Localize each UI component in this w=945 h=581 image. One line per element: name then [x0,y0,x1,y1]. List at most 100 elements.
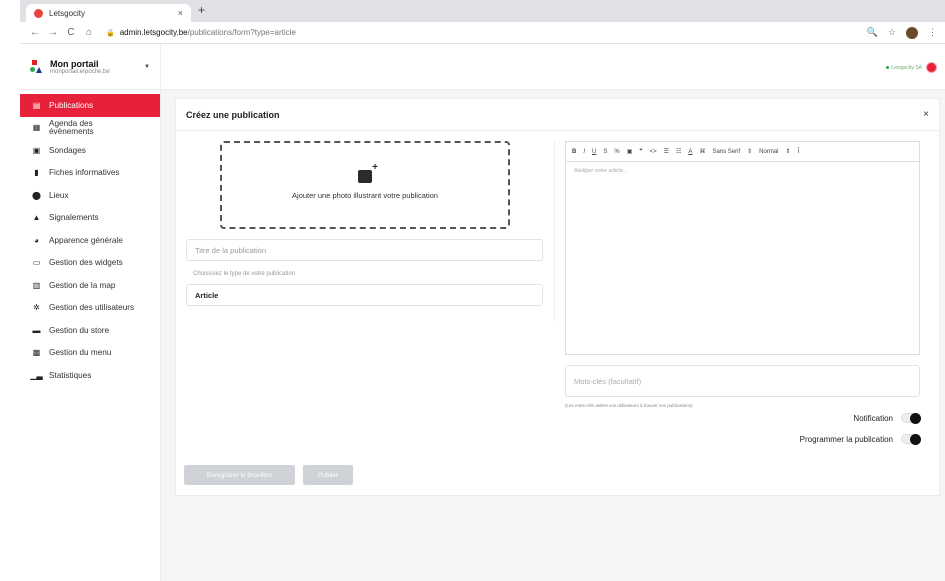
size-select-arrow-icon[interactable]: ⇕ [786,148,791,155]
card-title: Créez une publication [186,109,280,120]
sidebar-item-label: Signalements [49,213,99,223]
sidebar-item-label: Gestion des utilisateurs [49,303,135,313]
address-bar: ← → C ⌂ 🔒 admin.letsgocity.be /publicati… [20,22,945,44]
sidebar-item-label: Gestion de la map [49,280,116,290]
sidebar-item-menu[interactable]: ▩ Gestion du menu [20,342,160,365]
location-icon: ⬤ [32,190,41,200]
photo-dropzone[interactable]: Ajouter une photo illustrant votre publi… [220,141,510,229]
brand-text: Mon portail monportail.erpoche.be [50,59,144,75]
reload-icon[interactable]: C [64,27,78,38]
palette-icon: ◕ [34,235,39,245]
editor-placeholder: Rédiger votre article... [574,168,628,174]
card-header: Créez une publication × [176,99,939,131]
user-avatar[interactable] [926,62,937,73]
add-photo-icon [358,162,378,183]
star-icon[interactable]: ☆ [888,27,896,38]
title-input[interactable]: Titre de la publication [186,239,543,261]
sidebar-item-label: Statistiques [49,370,92,380]
sidebar-item-store[interactable]: ▬ Gestion du store [20,319,160,342]
brand-subtitle: monportail.erpoche.be [50,68,110,75]
text-color-button[interactable]: A [688,149,692,155]
keywords-input[interactable]: Mots-clés (facultatif) [565,365,920,397]
bullet-list-button[interactable]: ☷ [676,148,681,155]
bold-button[interactable]: B [572,149,576,155]
italic-button[interactable]: I [583,149,585,155]
url-host: admin.letsgocity.be [119,28,188,37]
image-button[interactable]: ▣ [627,148,633,155]
save-draft-button[interactable]: Enregistrer le brouillon [184,465,295,485]
sidebar-item-utilisateurs[interactable]: ✲ Gestion des utilisateurs [20,297,160,320]
chevron-down-icon[interactable]: ▼ [144,64,150,70]
new-tab-button[interactable]: + [198,3,205,17]
clear-format-button[interactable]: ⌘ [699,148,705,155]
sidebar-item-fiches[interactable]: ▮ Fiches informatives [20,162,160,185]
dropzone-text: Ajouter une photo illustrant votre publi… [292,191,438,200]
sidebar-item-agenda[interactable]: ▦ Agenda des évènements [20,117,160,140]
tab-close-icon[interactable]: × [178,8,183,18]
gear-icon: ✲ [33,303,40,313]
type-select[interactable]: Article [186,284,543,306]
ordered-list-button[interactable]: ☰ [664,148,669,155]
favicon-icon [34,8,43,18]
home-icon[interactable]: ⌂ [82,27,96,38]
sidebar-item-apparence[interactable]: ◕ Apparence générale [20,229,160,252]
sidebar-item-signalements[interactable]: ▲ Signalements [20,207,160,230]
notification-row: Notification [853,413,921,424]
sidebar-item-publications[interactable]: ▤ Publications [20,94,160,117]
back-icon[interactable]: ← [28,27,42,38]
browser-menu-icon[interactable]: ⋮ [928,27,937,38]
browser-window: Letsgocity × + ← → C ⌂ 🔒 admin.letsgocit… [20,0,945,581]
forward-icon[interactable]: → [46,27,60,38]
strike-button[interactable]: S [603,149,607,155]
sidebar-item-map[interactable]: ▥ Gestion de la map [20,274,160,297]
sidebar-item-label: Fiches informatives [49,168,120,178]
sidebar-item-label: Gestion des widgets [49,258,123,268]
app: Mon portail monportail.erpoche.be ▼ ▤ Pub… [20,44,945,581]
profile-avatar[interactable] [906,26,918,39]
tab-title: Letsgocity [49,8,86,18]
file-icon: ▮ [34,168,39,178]
widgets-icon: ▭ [32,258,41,268]
font-select[interactable]: Sans Serif [712,149,740,155]
font-select-arrow-icon[interactable]: ⇕ [747,148,752,155]
sidebar-item-label: Publications [49,100,94,110]
lock-icon: 🔒 [106,29,115,37]
portal-selector[interactable]: Mon portail monportail.erpoche.be ▼ [20,44,160,90]
browser-tab[interactable]: Letsgocity × [26,4,191,22]
link-button[interactable]: % [614,149,619,155]
notification-toggle[interactable] [901,413,921,424]
grid-icon: ▩ [32,348,41,358]
url-field[interactable]: 🔒 admin.letsgocity.be /publications/form… [106,28,296,37]
align-button[interactable]: Ī [798,149,800,155]
poll-icon: ▣ [32,145,41,155]
user-menu[interactable]: Letsgocity SA [886,62,937,73]
keywords-hint: (Les mots-clés aident vos utilisateurs à… [565,403,693,408]
close-icon[interactable]: × [923,109,929,120]
brand-name: Mon portail [50,58,99,69]
user-name: Letsgocity SA [891,64,922,71]
publications-icon: ▤ [32,100,41,110]
chart-icon: ▁▃ [30,370,43,380]
sidebar-item-sondages[interactable]: ▣ Sondages [20,139,160,162]
underline-button[interactable]: U [592,149,596,155]
column-divider [554,141,555,321]
notification-label: Notification [853,413,893,423]
online-status-icon [886,66,890,69]
calendar-icon: ▦ [32,122,41,132]
sidebar-item-label: Agenda des évènements [49,118,94,136]
sidebar-item-widgets[interactable]: ▭ Gestion des widgets [20,252,160,275]
size-select[interactable]: Normal [759,149,778,155]
code-button[interactable]: <> [650,149,657,155]
publish-button[interactable]: Publier [303,465,353,485]
url-path: /publications/form?type=article [187,28,296,37]
sidebar-item-lieux[interactable]: ⬤ Lieux [20,184,160,207]
quote-button[interactable]: ❞ [639,148,642,155]
zoom-icon[interactable]: 🔍 [867,27,878,38]
sidebar-item-statistiques[interactable]: ▁▃ Statistiques [20,364,160,387]
schedule-toggle[interactable] [901,434,921,445]
sidebar-item-label: Sondages [49,145,86,155]
rich-text-editor[interactable]: B I U S % ▣ ❞ <> ☰ ☷ A ⌘ Sans Serif ⇕ No… [565,141,920,355]
main-content: Letsgocity SA Créez une publication × Aj… [161,44,945,581]
top-bar: Letsgocity SA [161,44,945,90]
sidebar-item-label: Lieux [49,190,69,200]
